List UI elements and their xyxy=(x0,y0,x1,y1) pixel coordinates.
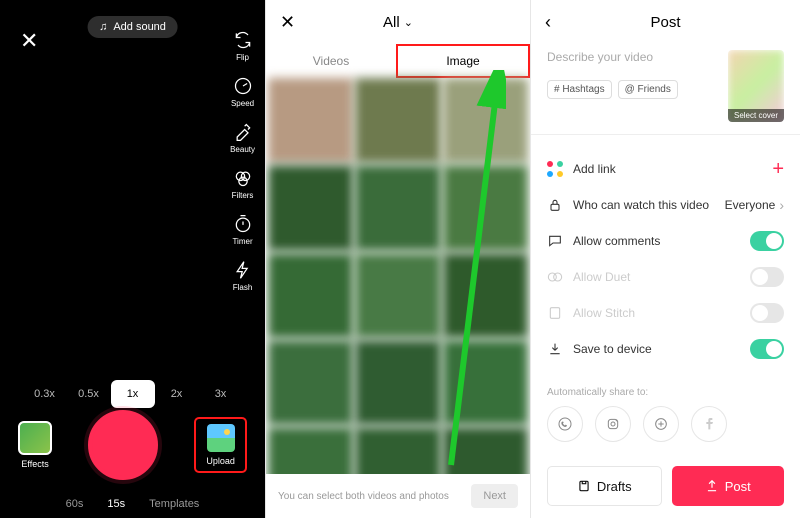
media-thumbnail[interactable] xyxy=(443,253,528,338)
post-button[interactable]: Post xyxy=(672,466,785,506)
media-thumbnail[interactable] xyxy=(355,340,440,425)
camera-screen: ✕ ♫ Add sound Flip Speed Beauty Filters … xyxy=(0,0,265,518)
media-thumbnail[interactable] xyxy=(268,78,353,163)
allow-stitch-row: Allow Stitch xyxy=(547,295,784,331)
media-thumbnail[interactable] xyxy=(443,78,528,163)
share-facebook-icon[interactable] xyxy=(691,406,727,442)
chevron-down-icon: ⌄ xyxy=(404,16,413,29)
share-whatsapp-icon[interactable] xyxy=(547,406,583,442)
music-note-icon: ♫ xyxy=(99,21,107,33)
hashtags-button[interactable]: # Hashtags xyxy=(547,80,612,99)
flip-button[interactable]: Flip xyxy=(230,30,255,62)
share-more-icon[interactable] xyxy=(643,406,679,442)
mode-60s[interactable]: 60s xyxy=(66,498,84,510)
mode-15s[interactable]: 15s xyxy=(107,498,125,510)
gallery-icon xyxy=(207,424,235,452)
allow-duet-row: Allow Duet xyxy=(547,259,784,295)
beauty-button[interactable]: Beauty xyxy=(230,122,255,154)
tab-videos[interactable]: Videos xyxy=(266,44,396,78)
cover-label: Select cover xyxy=(728,109,784,122)
post-screen: ‹ Post Describe your video # Hashtags @ … xyxy=(531,0,800,518)
media-thumbnail[interactable] xyxy=(355,253,440,338)
drafts-button[interactable]: Drafts xyxy=(547,466,662,506)
media-thumbnail[interactable] xyxy=(268,165,353,250)
media-grid xyxy=(266,78,530,518)
close-icon[interactable]: ✕ xyxy=(20,28,38,54)
timer-button[interactable]: Timer xyxy=(230,214,255,246)
share-instagram-icon[interactable] xyxy=(595,406,631,442)
privacy-row[interactable]: Who can watch this video Everyone› xyxy=(547,187,784,223)
picker-hint: You can select both videos and photos xyxy=(278,491,449,502)
auto-share-label: Automatically share to: xyxy=(547,387,784,398)
privacy-value: Everyone xyxy=(725,198,776,212)
next-button[interactable]: Next xyxy=(471,484,518,508)
mode-templates[interactable]: Templates xyxy=(149,498,199,510)
add-sound-label: Add sound xyxy=(113,21,166,33)
upload-button[interactable]: Upload xyxy=(194,417,247,473)
media-thumbnail[interactable] xyxy=(268,253,353,338)
allow-comments-row: Allow comments xyxy=(547,223,784,259)
flash-button[interactable]: Flash xyxy=(230,260,255,292)
media-picker-screen: ✕ All ⌄ Videos Image You can select both… xyxy=(265,0,531,518)
media-thumbnail[interactable] xyxy=(268,340,353,425)
zoom-selector: 0.3x 0.5x 1x 2x 3x xyxy=(0,380,265,408)
zoom-2x[interactable]: 2x xyxy=(155,380,199,408)
zoom-0.3x[interactable]: 0.3x xyxy=(23,380,67,408)
album-dropdown[interactable]: All ⌄ xyxy=(383,14,413,31)
plus-icon: + xyxy=(772,158,784,181)
stitch-toggle xyxy=(750,303,784,323)
select-cover-button[interactable]: Select cover xyxy=(728,50,784,122)
download-icon xyxy=(547,341,563,357)
media-thumbnail[interactable] xyxy=(355,78,440,163)
media-thumbnail[interactable] xyxy=(355,165,440,250)
record-button[interactable] xyxy=(88,410,158,480)
effects-icon xyxy=(18,421,52,455)
tab-image[interactable]: Image xyxy=(396,44,530,78)
zoom-0.5x[interactable]: 0.5x xyxy=(67,380,111,408)
add-sound-button[interactable]: ♫ Add sound xyxy=(87,16,178,38)
save-toggle[interactable] xyxy=(750,339,784,359)
effects-label: Effects xyxy=(21,459,48,469)
upload-label: Upload xyxy=(206,456,235,466)
link-icon xyxy=(547,161,563,177)
media-thumbnail[interactable] xyxy=(443,340,528,425)
post-icon xyxy=(705,479,719,493)
drafts-icon xyxy=(577,479,591,493)
save-to-device-row: Save to device xyxy=(547,331,784,367)
zoom-3x[interactable]: 3x xyxy=(199,380,243,408)
effects-button[interactable]: Effects xyxy=(18,421,52,469)
back-icon[interactable]: ‹ xyxy=(545,12,551,33)
lock-icon xyxy=(547,197,563,213)
comments-toggle[interactable] xyxy=(750,231,784,251)
close-icon[interactable]: ✕ xyxy=(280,12,295,33)
chevron-right-icon: › xyxy=(779,197,784,213)
mode-selector: 60s 15s Templates xyxy=(0,498,265,510)
description-input[interactable]: Describe your video xyxy=(547,50,718,80)
filters-button[interactable]: Filters xyxy=(230,168,255,200)
add-link-row[interactable]: Add link + xyxy=(547,151,784,187)
comment-icon xyxy=(547,233,563,249)
stitch-icon xyxy=(547,305,563,321)
duet-toggle xyxy=(750,267,784,287)
duet-icon xyxy=(547,269,563,285)
page-title: Post xyxy=(650,14,680,31)
media-thumbnail[interactable] xyxy=(443,165,528,250)
mention-friends-button[interactable]: @ Friends xyxy=(618,80,678,99)
speed-button[interactable]: Speed xyxy=(230,76,255,108)
zoom-1x[interactable]: 1x xyxy=(111,380,155,408)
